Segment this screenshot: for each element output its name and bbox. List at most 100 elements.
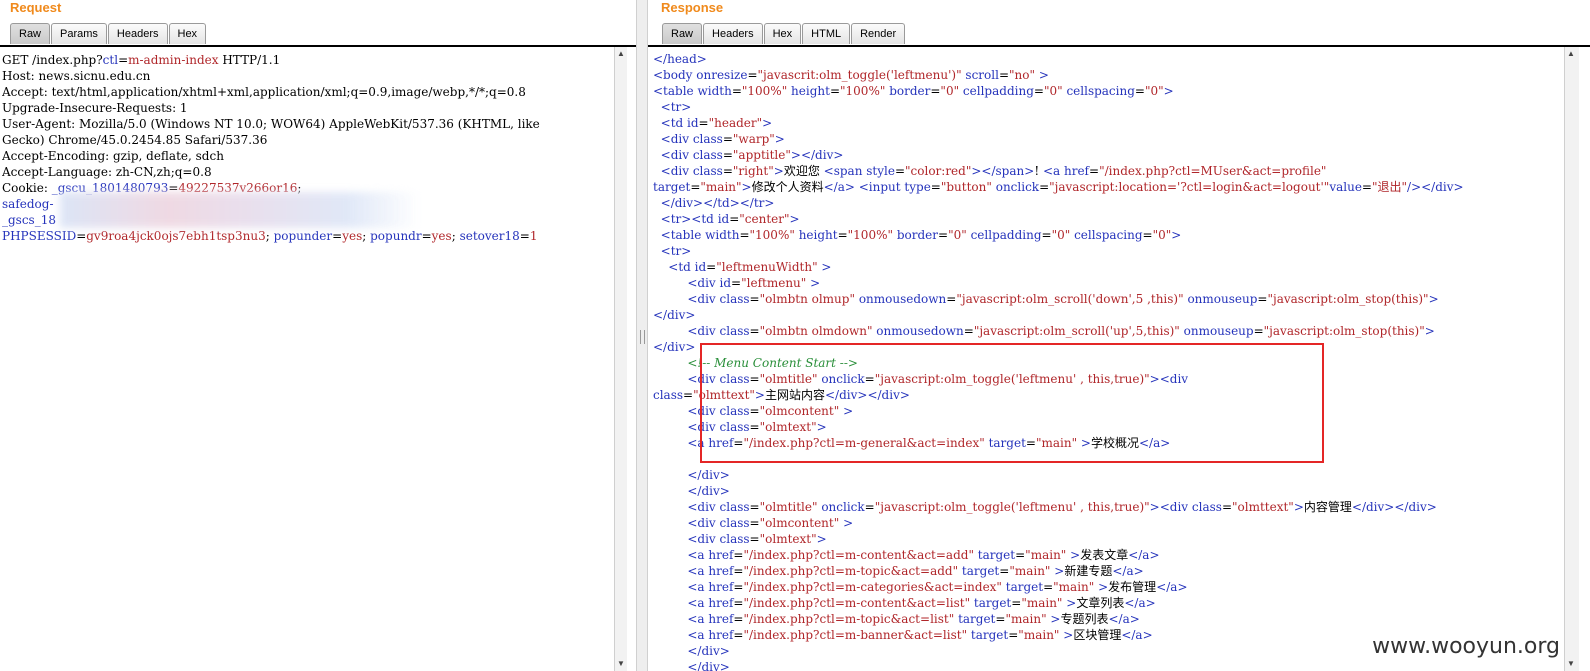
scroll-up-arrow-icon[interactable]: ▲ — [616, 49, 626, 59]
code-token: = — [722, 164, 733, 178]
code-token: = — [894, 164, 906, 178]
code-token: > — [762, 116, 773, 130]
code-token: <a — [687, 580, 709, 594]
response-code-line: <div class="warp"> — [653, 131, 1561, 147]
code-token: ></div> — [790, 148, 844, 162]
code-token: > — [1163, 84, 1174, 98]
code-token: href — [708, 564, 734, 578]
code-token: > — [806, 276, 821, 290]
code-token: </div></div> — [1351, 500, 1437, 514]
code-token: > — [774, 132, 785, 146]
scroll-down-arrow-icon[interactable]: ▼ — [616, 659, 626, 669]
response-tab-html[interactable]: HTML — [802, 23, 851, 44]
response-tab-hex[interactable]: Hex — [763, 23, 802, 44]
code-token: ; — [451, 229, 460, 243]
code-token: class — [719, 324, 750, 338]
response-code-line: target="main">修改个人资料</a> <input type="bu… — [653, 179, 1561, 195]
code-token: Host: news.sicnu.edu.cn — [2, 69, 151, 83]
code-token: <div — [687, 532, 720, 546]
response-tab-render[interactable]: Render — [851, 23, 906, 44]
request-tab-raw[interactable]: Raw — [10, 23, 51, 44]
code-token: = — [690, 180, 701, 194]
cookie-redaction — [60, 192, 420, 228]
code-token: = — [749, 292, 760, 306]
request-tab-params[interactable]: Params — [51, 23, 107, 44]
code-token: = — [118, 53, 129, 67]
request-tabs: Raw Params Headers Hex — [10, 23, 207, 45]
code-token: "color:red" — [905, 164, 972, 178]
code-token: Accept-Language: zh-CN,zh;q=0.8 — [2, 165, 212, 179]
code-token: border — [885, 84, 931, 98]
code-token: 文章列表 — [1076, 596, 1125, 610]
code-token: <td — [668, 260, 695, 274]
response-tab-rule — [648, 45, 1590, 47]
splitter-grip-icon[interactable] — [640, 330, 645, 344]
code-token: > — [1046, 612, 1061, 626]
response-code-line: </div> — [653, 467, 1561, 483]
code-token: = — [864, 500, 875, 514]
code-token: href — [708, 580, 734, 594]
code-token: ; — [265, 229, 274, 243]
response-code-line: <a href="/index.php?ctl=m-topic&act=list… — [653, 611, 1561, 627]
code-token: > — [1428, 292, 1439, 306]
code-token: "javascript:olm_scroll('down',5 ,this)" — [956, 292, 1184, 306]
code-token: = — [1043, 580, 1054, 594]
request-tab-rule — [0, 45, 636, 47]
response-code-line: </div> — [653, 307, 1561, 323]
code-token: </div> — [687, 484, 730, 498]
code-token: cellpadding — [959, 84, 1034, 98]
request-tab-hex[interactable]: Hex — [168, 23, 207, 44]
code-token: "0" — [1051, 228, 1071, 242]
code-token: </div> — [687, 660, 730, 671]
code-token: height — [794, 228, 838, 242]
code-token: </div> — [687, 468, 730, 482]
code-token: 发表文章 — [1080, 548, 1129, 562]
response-tab-raw[interactable]: Raw — [662, 23, 703, 44]
code-token: value — [1329, 180, 1362, 194]
code-token: "/index.php?ctl=m-content&act=add" — [743, 548, 974, 562]
request-editor[interactable]: GET /index.php?ctl=m-admin-index HTTP/1.… — [2, 52, 612, 671]
code-token: onmouseup — [1183, 292, 1258, 306]
code-token: > — [789, 212, 800, 226]
code-token: <a — [687, 596, 709, 610]
code-token: "/index.php?ctl=m-categories&act=index" — [743, 580, 1002, 594]
code-token: target — [970, 596, 1012, 610]
code-token: <a — [687, 612, 709, 626]
response-code-line: <div id="leftmenu" > — [653, 275, 1561, 291]
pane-splitter[interactable] — [636, 0, 648, 671]
code-token: 内容管理 — [1303, 500, 1352, 514]
request-tab-headers[interactable]: Headers — [107, 23, 168, 44]
response-code-line: <a href="/index.php?ctl=m-content&act=ad… — [653, 547, 1561, 563]
code-token: 区块管理 — [1073, 628, 1122, 642]
scroll-down-arrow-icon[interactable]: ▼ — [1566, 659, 1576, 669]
code-token: = — [747, 68, 758, 82]
code-token: </a> <input — [823, 180, 905, 194]
code-token: ></span> — [971, 164, 1035, 178]
code-token: <table — [660, 228, 706, 242]
code-token: cellpadding — [966, 228, 1042, 242]
response-scrollbar[interactable]: ▲ ▼ — [1564, 47, 1579, 671]
code-token: > — [1066, 548, 1081, 562]
code-token: = — [698, 116, 709, 130]
response-code-line: </div> — [653, 483, 1561, 499]
code-token: "退出" — [1371, 180, 1408, 194]
request-code-line: Accept: text/html,application/xhtml+xml,… — [2, 84, 612, 100]
scroll-up-arrow-icon[interactable]: ▲ — [1566, 49, 1576, 59]
code-token: "100%" — [749, 228, 795, 242]
request-scrollbar[interactable]: ▲ ▼ — [614, 47, 627, 671]
code-token: <div — [687, 324, 720, 338]
response-tab-headers[interactable]: Headers — [703, 23, 763, 44]
code-token: onresize — [696, 68, 748, 82]
code-token: = — [1089, 164, 1100, 178]
response-code-line: <div class="apptitle"></div> — [653, 147, 1561, 163]
code-token: setover18 — [459, 229, 520, 243]
code-token: <div — [687, 276, 720, 290]
code-token: target — [653, 180, 691, 194]
code-token: class — [692, 132, 723, 146]
code-token: ><div — [1149, 500, 1192, 514]
